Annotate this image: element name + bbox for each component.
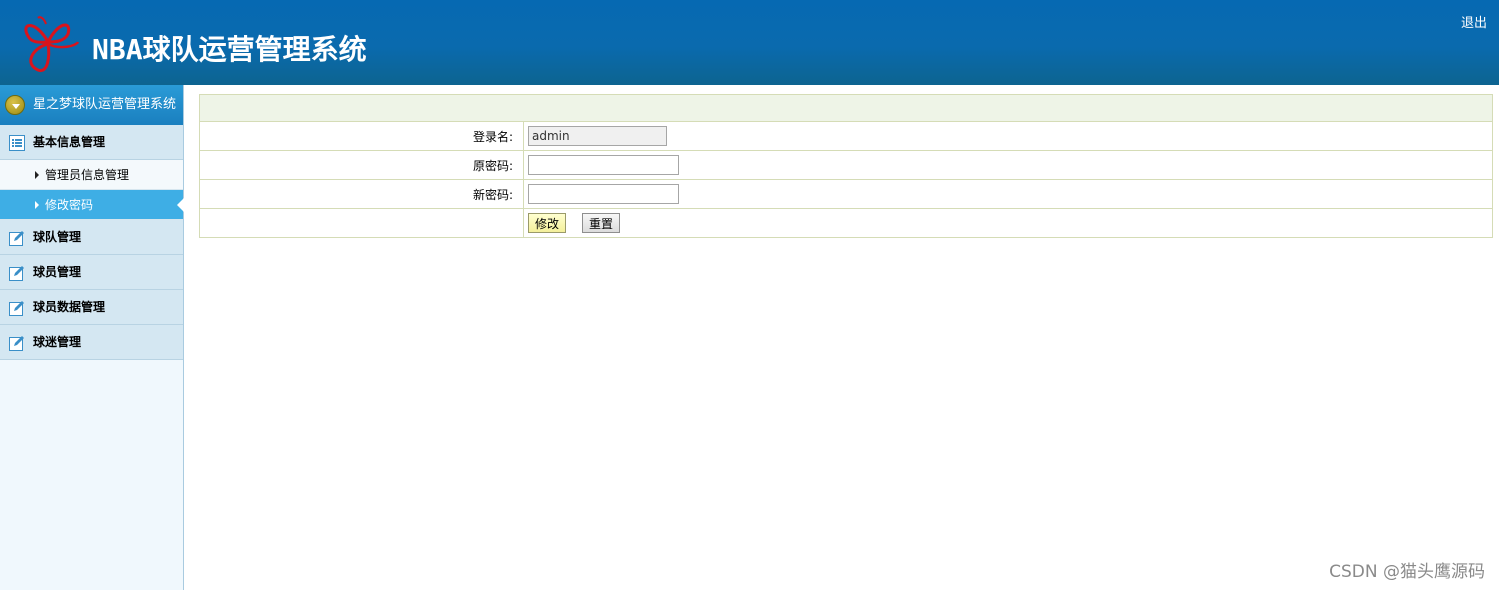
butterfly-logo-icon [24,16,80,73]
sidebar-group-teams[interactable]: 球队管理 [0,220,183,255]
submit-button[interactable]: 修改 [528,213,567,233]
edit-icon [9,301,24,316]
login-name-label: 登录名: [199,121,524,151]
sidebar-group-player-data[interactable]: 球员数据管理 [0,290,183,325]
new-password-input[interactable] [528,184,679,204]
new-password-label: 新密码: [199,179,524,209]
logout-link[interactable]: 退出 [1461,12,1487,31]
old-password-label: 原密码: [199,150,524,180]
main-content: 登录名: 原密码: 新密码: 修改重置 [199,94,1493,238]
change-password-form: 登录名: 原密码: 新密码: 修改重置 [199,94,1493,238]
sidebar-title: 星之梦球队运营管理系统 [33,97,177,112]
sidebar-item-label: 管理员信息管理 [45,168,130,182]
sidebar-group-basic-info[interactable]: 基本信息管理 [0,125,183,160]
form-row-login-name: 登录名: [199,121,1493,151]
sidebar-item-admin-info[interactable]: 管理员信息管理 [0,160,183,190]
sidebar: 星之梦球队运营管理系统 基本信息管理 管理员信息管理 修改密码 球队管理 球员管… [0,85,184,590]
edit-icon [9,266,24,281]
sidebar-group-fans[interactable]: 球迷管理 [0,325,183,360]
list-icon [9,135,25,151]
sidebar-group-label: 基本信息管理 [33,135,106,149]
login-name-input[interactable] [528,126,667,146]
sidebar-group-label: 球队管理 [33,230,82,244]
sidebar-header: 星之梦球队运营管理系统 [0,85,183,125]
app-title: NBA球队运营管理系统 [92,33,367,66]
sidebar-group-label: 球员管理 [33,265,82,279]
app-header: NBA球队运营管理系统 退出 [0,0,1499,85]
form-header-row [199,94,1493,122]
sidebar-group-label: 球员数据管理 [33,300,106,314]
sidebar-group-label: 球迷管理 [33,335,82,349]
form-row-new-password: 新密码: [199,179,1493,209]
old-password-input[interactable] [528,155,679,175]
edit-icon [9,231,24,246]
watermark: CSDN @猫头鹰源码 [1329,562,1485,582]
sidebar-item-label: 修改密码 [45,198,94,212]
collapse-toggle-icon[interactable] [5,95,25,115]
edit-icon [9,336,24,351]
reset-button[interactable]: 重置 [582,213,621,233]
form-row-actions: 修改 重置 [199,208,1493,238]
sidebar-item-change-password[interactable]: 修改密码 [0,190,184,220]
sidebar-group-players[interactable]: 球员管理 [0,255,183,290]
form-row-old-password: 原密码: [199,150,1493,180]
